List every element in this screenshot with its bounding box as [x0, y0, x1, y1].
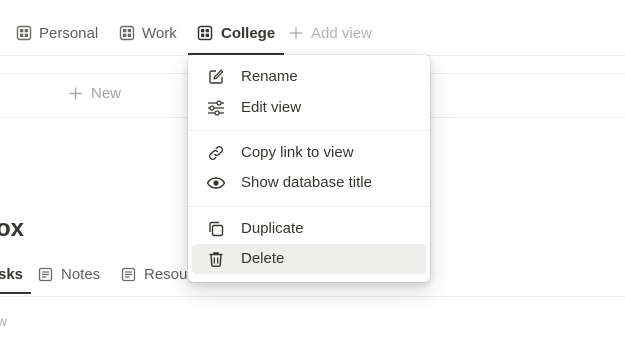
tab-resources[interactable]: Resou [121, 266, 187, 283]
menu-item-copy-link[interactable]: Copy link to view [192, 138, 426, 168]
document-icon [38, 267, 53, 282]
tab-label: Personal [39, 24, 99, 42]
tab-work[interactable]: Work [119, 18, 177, 48]
menu-item-delete[interactable]: Delete [192, 244, 426, 274]
tab-label: Work [142, 24, 177, 42]
tab-label: College [221, 24, 276, 42]
tab-label: Resou [144, 266, 188, 283]
menu-item-label: Rename [241, 68, 298, 85]
menu-item-rename[interactable]: Rename [192, 62, 426, 92]
page-heading: ox [0, 215, 25, 242]
menu-item-duplicate[interactable]: Duplicate [192, 214, 426, 244]
table-icon [119, 25, 135, 41]
sliders-icon [206, 98, 226, 118]
menu-item-label: Delete [241, 250, 285, 267]
add-view-button[interactable]: Add view [289, 18, 372, 48]
tab-college[interactable]: College [188, 18, 285, 55]
plus-icon [289, 26, 303, 40]
pencil-square-icon [206, 67, 226, 87]
tab-label: Notes [61, 266, 101, 283]
new-card-button[interactable]: New [69, 85, 121, 102]
view-tabs-bar: Personal Work College Add view [0, 0, 625, 56]
trash-icon [206, 249, 226, 269]
view-context-menu: Rename Edit view Copy link to view Show … [188, 55, 430, 282]
table-icon [16, 25, 32, 41]
menu-divider [188, 130, 430, 131]
menu-item-label: Copy link to view [241, 144, 354, 161]
eye-icon [206, 173, 226, 193]
tab-personal[interactable]: Personal [16, 18, 98, 48]
tab-notes[interactable]: Notes [38, 266, 100, 283]
partial-text: w [0, 313, 8, 329]
duplicate-icon [206, 219, 226, 239]
tab-label: sks [0, 266, 24, 283]
link-icon [206, 143, 226, 163]
menu-item-label: Edit view [241, 99, 302, 116]
menu-item-show-title[interactable]: Show database title [192, 168, 426, 198]
table-icon [197, 25, 213, 41]
menu-item-edit-view[interactable]: Edit view [192, 93, 426, 123]
menu-item-label: Duplicate [241, 220, 304, 237]
plus-icon [69, 87, 82, 100]
document-icon [121, 267, 136, 282]
tab-tasks[interactable]: sks [0, 266, 31, 294]
new-label: New [91, 85, 122, 102]
menu-item-label: Show database title [241, 174, 372, 191]
menu-divider [188, 206, 430, 207]
add-view-label: Add view [311, 24, 372, 42]
